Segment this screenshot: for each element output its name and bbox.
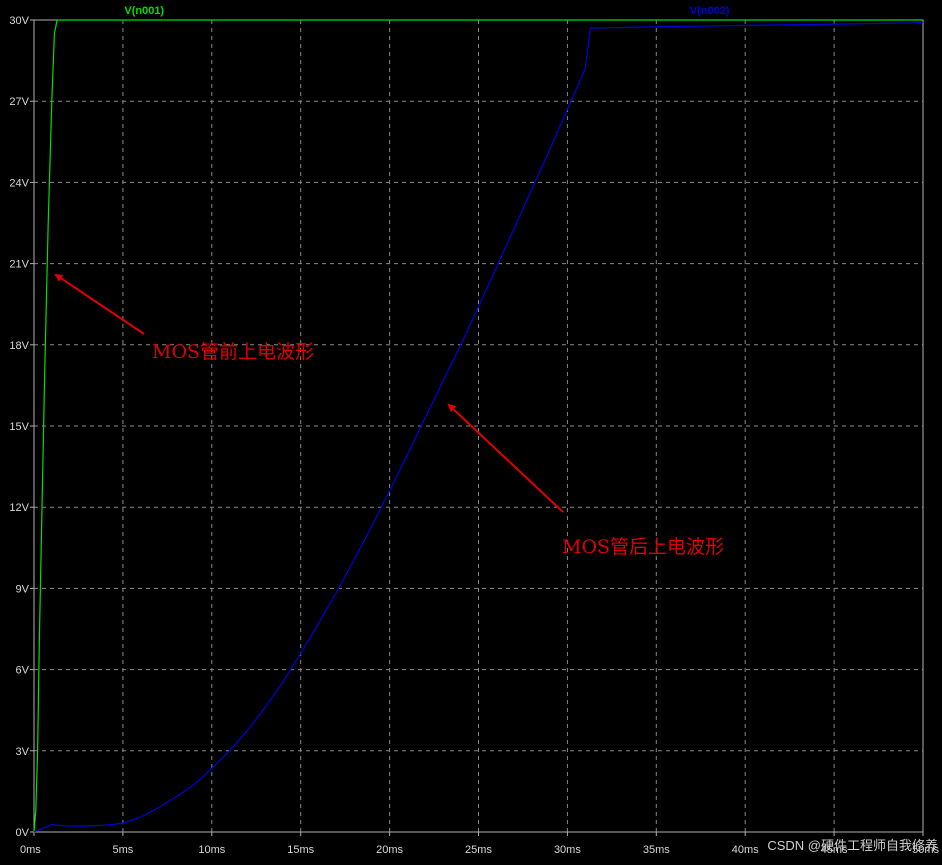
legend-label-2: V(n002) <box>690 5 730 17</box>
chart-background <box>0 0 942 860</box>
y-tick-label: 0V <box>16 827 30 839</box>
y-tick-label: 6V <box>16 665 30 677</box>
x-tick-label: 15ms <box>287 844 314 856</box>
x-tick-label: 20ms <box>376 844 403 856</box>
x-tick-label: 10ms <box>198 844 225 856</box>
x-tick-label: 30ms <box>554 844 581 856</box>
y-tick-label: 15V <box>9 421 29 433</box>
x-tick-label: 40ms <box>732 844 759 856</box>
legend-label-1: V(n001) <box>124 5 164 17</box>
y-tick-label: 30V <box>9 15 29 27</box>
x-tick-label: 25ms <box>465 844 492 856</box>
y-tick-label: 21V <box>9 259 29 271</box>
y-tick-label: 18V <box>9 340 29 352</box>
watermark-text: CSDN @硬件工程师自我修养 <box>767 838 938 853</box>
y-tick-label: 27V <box>9 96 29 108</box>
x-tick-label: 35ms <box>643 844 670 856</box>
y-tick-label: 3V <box>16 746 30 758</box>
y-tick-label: 9V <box>16 583 30 595</box>
y-tick-label: 24V <box>9 177 29 189</box>
x-tick-label: 5ms <box>113 844 134 856</box>
x-tick-label: 0ms <box>20 844 41 856</box>
waveform-plot: 0V 3V 6V 9V 12V 15V 18V 21V 24V 27V 30V 0ms 5ms 10ms 1… <box>0 0 942 860</box>
waveform-chart: 0V 3V 6V 9V 12V 15V 18V 21V 24V 27V 30V 0ms 5ms 10ms 1… <box>0 0 942 860</box>
annotation-label-1: MOS管前上电波形 <box>152 341 314 363</box>
y-tick-label: 12V <box>9 502 29 514</box>
annotation-label-2: MOS管后上电波形 <box>562 536 724 558</box>
